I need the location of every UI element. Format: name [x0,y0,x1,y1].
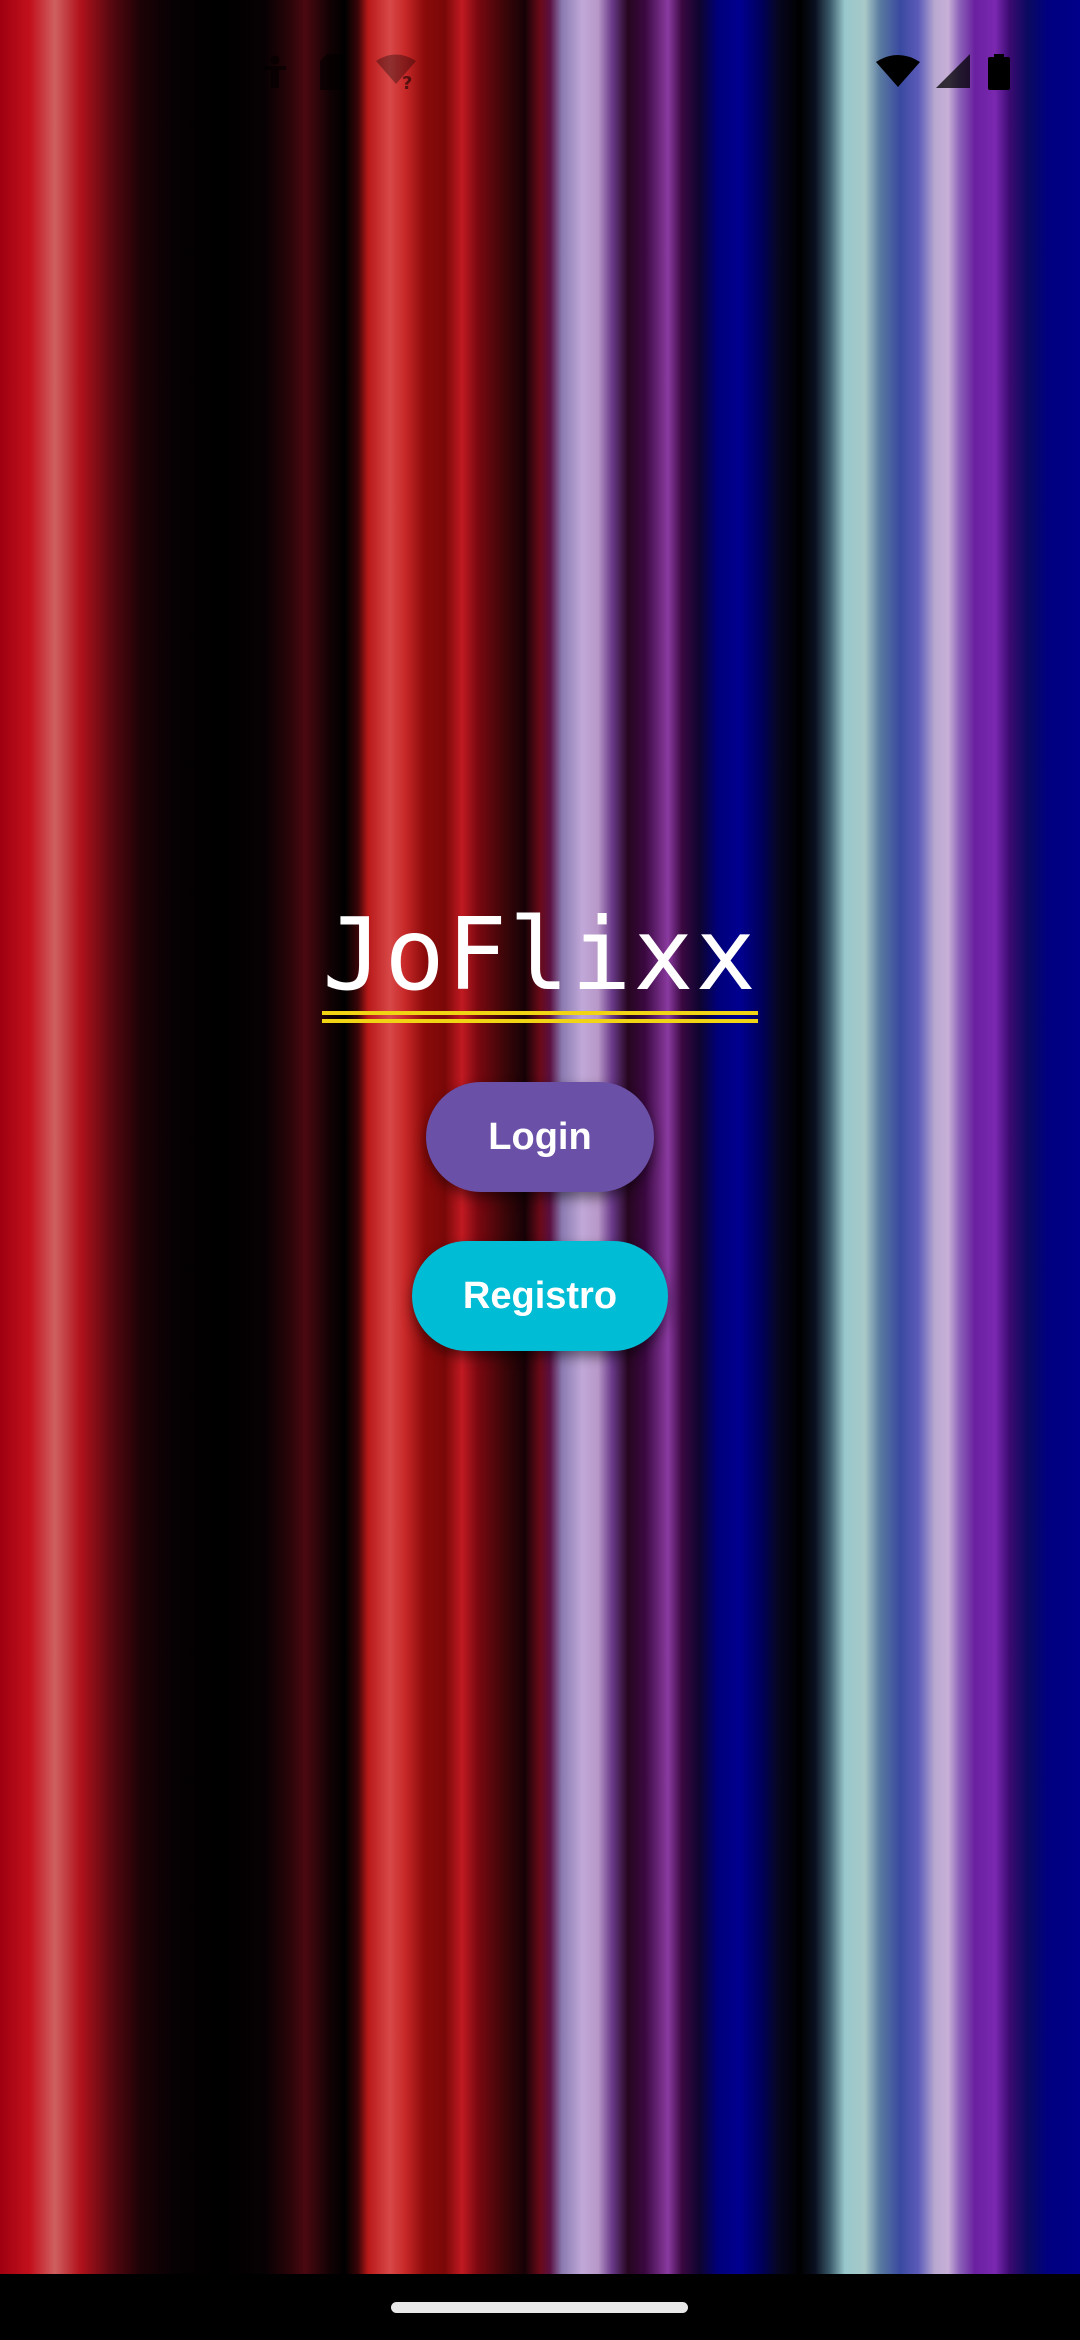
accessibility-icon [262,55,288,89]
wifi-icon [876,55,920,89]
background: ? JoFlixx Login Registro [0,0,1080,2274]
cellular-signal-icon [936,54,972,90]
status-bar: ? [0,0,1080,140]
status-left-icons: ? [262,52,416,92]
battery-icon [988,54,1010,90]
app-title: JoFlixx [322,905,758,1023]
login-button[interactable]: Login [426,1082,654,1192]
register-button[interactable]: Registro [412,1241,668,1351]
svg-text:?: ? [402,73,412,90]
status-right-icons [876,52,1010,92]
navigation-bar [0,2274,1080,2340]
wifi-unknown-icon: ? [376,54,416,90]
home-gesture-handle[interactable] [391,2302,688,2313]
title-container: JoFlixx [0,905,1080,1023]
sim-card-icon [318,54,346,90]
